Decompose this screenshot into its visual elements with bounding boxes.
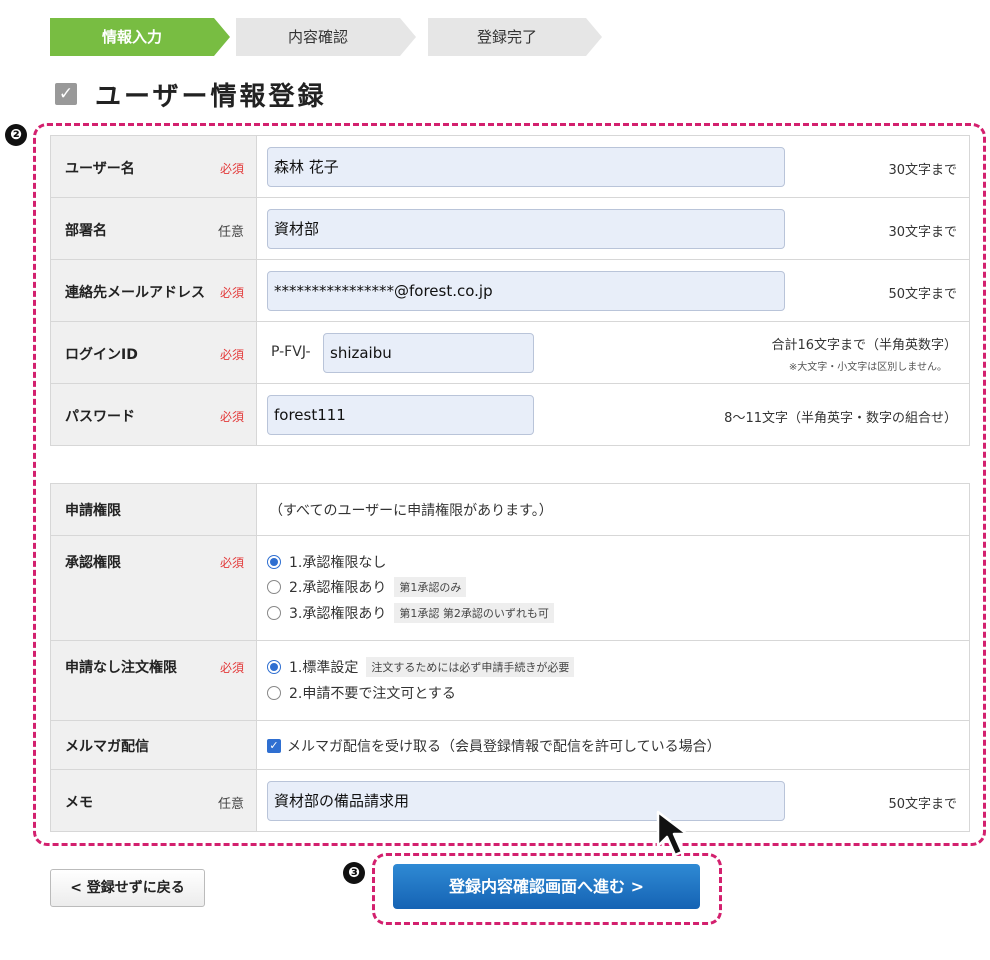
approve-option-3[interactable]: 3.承認権限あり 第1承認 第2承認のいずれも可 xyxy=(267,603,554,623)
username-limit: 30文字まで xyxy=(888,163,957,178)
radio-icon[interactable] xyxy=(267,606,281,620)
username-input[interactable]: 森林 花子 xyxy=(267,147,785,187)
login-id-note: ※大文字・小文字は区別しません。 xyxy=(788,362,947,373)
row-department: 部署名 任意 資材部 30文字まで xyxy=(51,198,969,260)
radio-selected-icon[interactable] xyxy=(267,555,281,569)
order-option-1-label: 1.標準設定 xyxy=(289,660,359,676)
order-permission-label: 申請なし注文権限 xyxy=(65,660,177,676)
required-badge: 必須 xyxy=(219,286,244,300)
approve-option-1-label: 1.承認権限なし xyxy=(289,555,387,571)
email-input[interactable]: ****************@forest.co.jp xyxy=(267,271,785,311)
approve-option-1[interactable]: 1.承認権限なし xyxy=(267,552,386,572)
memo-input[interactable]: 資材部の備品請求用 xyxy=(267,781,785,821)
radio-icon[interactable] xyxy=(267,580,281,594)
step-confirm-label: 内容確認 xyxy=(287,28,348,46)
mouse-cursor-icon xyxy=(656,810,689,857)
row-order-permission: 申請なし注文権限 必須 1.標準設定 注文するためには必ず申請手続きが必要 2.… xyxy=(51,641,969,721)
memo-limit: 50文字まで xyxy=(888,797,957,812)
radio-icon[interactable] xyxy=(267,686,281,700)
permissions-table: 申請権限 （すべてのユーザーに申請権限があります。） 承認権限 必須 1.承認権… xyxy=(50,483,970,832)
checkbox-checked-icon[interactable]: ✓ xyxy=(267,739,281,753)
marker-3: ❸ xyxy=(343,862,365,884)
optional-badge: 任意 xyxy=(217,797,244,812)
checkbox-icon: ✓ xyxy=(55,83,77,105)
page-title-row: ✓ ユーザー情報登録 xyxy=(55,78,327,112)
page-title: ユーザー情報登録 xyxy=(95,81,327,112)
row-memo: メモ 任意 資材部の備品請求用 50文字まで xyxy=(51,770,969,832)
row-password: パスワード 必須 forest111 8〜11文字（半角英字・数字の組合せ） xyxy=(51,384,969,446)
email-label: 連絡先メールアドレス xyxy=(65,285,205,301)
user-info-table: ユーザー名 必須 森林 花子 30文字まで 部署名 任意 資材部 30文字まで … xyxy=(50,135,970,446)
login-id-input[interactable]: shizaibu xyxy=(323,333,534,373)
department-input[interactable]: 資材部 xyxy=(267,209,785,249)
approve-option-2-label: 2.承認権限あり xyxy=(289,580,387,596)
approve-option-3-label: 3.承認権限あり xyxy=(289,606,387,622)
row-apply-permission: 申請権限 （すべてのユーザーに申請権限があります。） xyxy=(51,484,969,536)
step-input: 情報入力 xyxy=(50,18,230,56)
row-email: 連絡先メールアドレス 必須 ****************@forest.co… xyxy=(51,260,969,322)
required-badge: 必須 xyxy=(219,410,244,424)
approve-option-2[interactable]: 2.承認権限あり 第1承認のみ xyxy=(267,577,467,597)
login-id-prefix: P-FVJ- xyxy=(271,344,311,360)
apply-permission-text: （すべてのユーザーに申請権限があります。） xyxy=(269,503,553,519)
login-id-limit: 合計16文字まで（半角英数字） xyxy=(771,338,957,353)
order-option-2[interactable]: 2.申請不要で注文可とする xyxy=(267,683,456,703)
password-input[interactable]: forest111 xyxy=(267,395,534,435)
newsletter-checkbox[interactable]: ✓ メルマガ配信を受け取る（会員登録情報で配信を許可している場合） xyxy=(267,736,721,756)
apply-permission-label: 申請権限 xyxy=(65,503,121,519)
newsletter-text: メルマガ配信を受け取る（会員登録情報で配信を許可している場合） xyxy=(287,739,721,755)
memo-label: メモ xyxy=(65,795,93,811)
step-complete: 登録完了 xyxy=(428,18,608,56)
approve-permission-label: 承認権限 xyxy=(65,555,121,571)
optional-badge: 任意 xyxy=(217,225,244,240)
password-label: パスワード xyxy=(65,409,135,425)
department-label: 部署名 xyxy=(65,223,107,239)
required-badge: 必須 xyxy=(219,348,244,362)
login-id-label: ログインID xyxy=(65,347,138,363)
newsletter-label: メルマガ配信 xyxy=(65,739,149,755)
department-limit: 30文字まで xyxy=(888,225,957,240)
required-badge: 必須 xyxy=(219,661,244,675)
row-newsletter: メルマガ配信 ✓ メルマガ配信を受け取る（会員登録情報で配信を許可している場合） xyxy=(51,721,969,770)
row-approve-permission: 承認権限 必須 1.承認権限なし 2.承認権限あり 第1承認のみ 3.承認権限あ… xyxy=(51,536,969,641)
order-option-2-label: 2.申請不要で注文可とする xyxy=(289,686,456,702)
username-label: ユーザー名 xyxy=(65,161,135,177)
approve-option-2-tag: 第1承認のみ xyxy=(394,577,467,597)
approve-option-3-tag: 第1承認 第2承認のいずれも可 xyxy=(394,603,554,623)
radio-selected-icon[interactable] xyxy=(267,660,281,674)
step-confirm: 内容確認 xyxy=(236,18,416,56)
required-badge: 必須 xyxy=(219,162,244,176)
row-login-id: ログインID 必須 P-FVJ- shizaibu 合計16文字まで（半角英数字… xyxy=(51,322,969,384)
order-option-1-tag: 注文するためには必ず申請手続きが必要 xyxy=(366,657,575,677)
marker-2: ❷ xyxy=(5,124,27,146)
row-username: ユーザー名 必須 森林 花子 30文字まで xyxy=(51,136,969,198)
step-complete-label: 登録完了 xyxy=(476,28,537,46)
email-limit: 50文字まで xyxy=(888,287,957,302)
required-badge: 必須 xyxy=(219,556,244,570)
order-option-1[interactable]: 1.標準設定 注文するためには必ず申請手続きが必要 xyxy=(267,657,575,677)
proceed-to-confirm-button[interactable]: 登録内容確認画面へ進む > xyxy=(393,864,700,909)
back-button[interactable]: < 登録せずに戻る xyxy=(50,869,205,907)
password-limit: 8〜11文字（半角英字・数字の組合せ） xyxy=(724,411,957,426)
step-input-label: 情報入力 xyxy=(101,28,162,46)
